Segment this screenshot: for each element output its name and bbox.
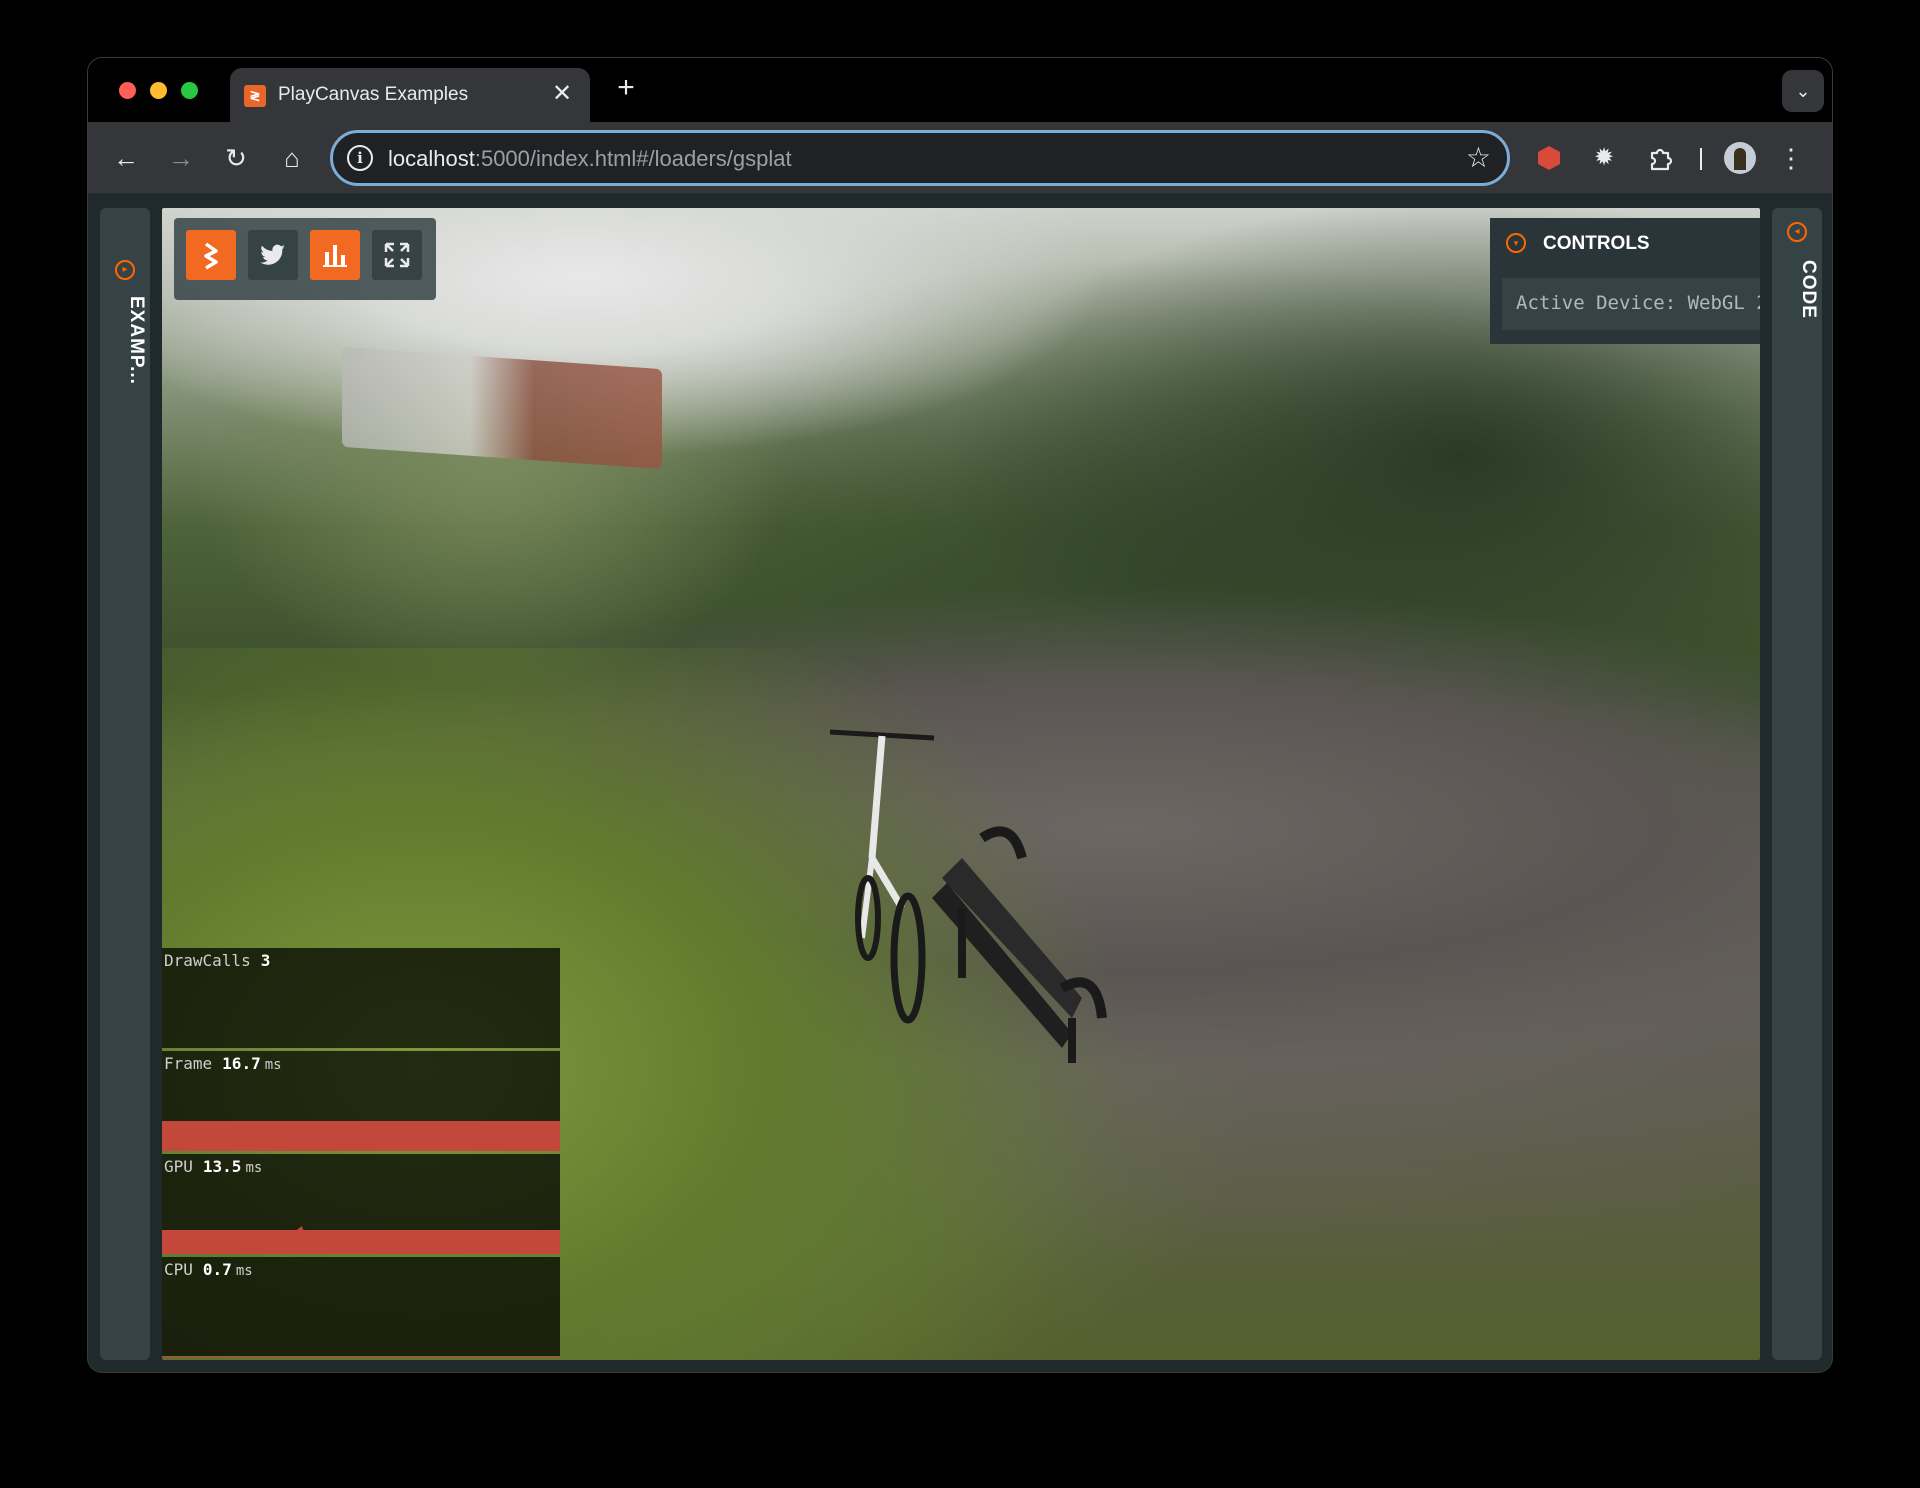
toolbar-divider xyxy=(1700,148,1702,170)
new-tab-button[interactable]: + xyxy=(608,70,644,106)
controls-panel: ▾ CONTROLS Active Device: WebGL 2 xyxy=(1490,218,1760,344)
examples-panel-label[interactable]: EXAMP... xyxy=(125,296,147,385)
stat-name: CPU xyxy=(164,1260,193,1279)
stat-name: Frame xyxy=(164,1054,213,1073)
profile-avatar[interactable] xyxy=(1724,142,1756,174)
expand-panel-icon[interactable]: ▸ xyxy=(115,260,135,280)
tab-search-button[interactable]: ⌄ xyxy=(1782,70,1824,112)
3d-viewport-canvas[interactable]: ▾ CONTROLS Active Device: WebGL 2 DrawCa… xyxy=(162,208,1760,1360)
back-button[interactable]: ← xyxy=(108,140,144,176)
page-content: ▸ EXAMP... ▾ CONTROLS Active Device: Web… xyxy=(88,194,1832,1372)
browser-toolbar: ← → ↻ ⌂ i localhost:5000/index.html#/loa… xyxy=(88,122,1832,194)
stats-toggle-button[interactable] xyxy=(310,230,360,280)
playcanvas-logo-icon xyxy=(204,242,218,270)
extension-gear-icon[interactable]: ✹ xyxy=(1586,140,1622,176)
stat-unit: ms xyxy=(264,1057,282,1073)
examples-panel[interactable]: ▸ EXAMP... xyxy=(100,208,150,1360)
active-device-value: Active Device: WebGL 2 xyxy=(1516,292,1760,314)
viewer-toolbar xyxy=(174,218,436,300)
stat-drawcalls: DrawCalls 3 xyxy=(162,948,560,1048)
stat-unit: ms xyxy=(235,1263,253,1279)
tab-close-button[interactable]: ✕ xyxy=(548,80,576,108)
stat-frame: Frame 16.7 ms xyxy=(162,1051,560,1151)
twitter-icon xyxy=(260,244,285,265)
stat-bar xyxy=(162,1121,560,1151)
stat-bar xyxy=(162,1356,560,1357)
collapse-controls-icon[interactable]: ▾ xyxy=(1506,233,1526,253)
bookmark-star-icon[interactable]: ☆ xyxy=(1466,141,1491,174)
stat-value: 16.7 xyxy=(222,1054,261,1073)
controls-title: CONTROLS xyxy=(1543,233,1650,254)
expand-code-panel-icon[interactable]: ◂ xyxy=(1787,222,1807,242)
browser-menu-button[interactable]: ⋮ xyxy=(1778,140,1804,176)
stat-name: DrawCalls xyxy=(164,951,251,970)
browser-tab[interactable]: ≷ PlayCanvas Examples ✕ xyxy=(230,68,590,122)
fullscreen-icon xyxy=(384,242,410,268)
stat-gpu: GPU 13.5 ms xyxy=(162,1154,560,1254)
playcanvas-logo-button[interactable] xyxy=(186,230,236,280)
controls-header[interactable]: ▾ CONTROLS xyxy=(1490,218,1760,268)
gpu-spike-graph xyxy=(162,1226,560,1254)
twitter-button[interactable] xyxy=(248,230,298,280)
url-text[interactable]: localhost:5000/index.html#/loaders/gspla… xyxy=(388,146,792,172)
site-info-icon[interactable]: i xyxy=(347,145,373,171)
reload-button[interactable]: ↻ xyxy=(218,140,254,176)
active-device-select[interactable]: Active Device: WebGL 2 xyxy=(1502,278,1760,330)
fullscreen-button[interactable] xyxy=(372,230,422,280)
home-button[interactable]: ⌂ xyxy=(274,140,310,176)
minimize-window-button[interactable] xyxy=(150,82,167,99)
stat-value: 0.7 xyxy=(202,1260,232,1279)
tab-strip: ≷ PlayCanvas Examples ✕ + ⌄ xyxy=(88,58,1832,122)
close-window-button[interactable] xyxy=(119,82,136,99)
scene-bench xyxy=(932,826,1107,1063)
forward-button[interactable]: → xyxy=(163,140,199,176)
scene-house xyxy=(342,346,662,470)
maximize-window-button[interactable] xyxy=(181,82,198,99)
stat-value: 3 xyxy=(260,951,271,970)
browser-window: ≷ PlayCanvas Examples ✕ + ⌄ ← → ↻ ⌂ i lo… xyxy=(88,58,1832,1372)
address-bar[interactable]: i localhost:5000/index.html#/loaders/gsp… xyxy=(330,130,1510,186)
playcanvas-favicon-icon: ≷ xyxy=(244,85,266,107)
stats-overlay: DrawCalls 3 Frame 16.7 ms GPU 13.5 ms CPU 0.7 m… xyxy=(162,948,560,1360)
code-panel[interactable]: ◂ CODE xyxy=(1772,208,1822,1360)
code-panel-label[interactable]: CODE xyxy=(1797,260,1819,319)
tab-title: PlayCanvas Examples xyxy=(278,84,469,105)
extension-hexagon-icon[interactable] xyxy=(1531,140,1567,176)
stat-cpu: CPU 0.7 ms xyxy=(162,1257,560,1357)
stat-name: GPU xyxy=(164,1157,193,1176)
stat-unit: ms xyxy=(245,1160,263,1176)
stats-icon xyxy=(323,245,347,267)
stat-value: 13.5 xyxy=(202,1157,242,1176)
extensions-puzzle-icon[interactable] xyxy=(1643,140,1679,176)
